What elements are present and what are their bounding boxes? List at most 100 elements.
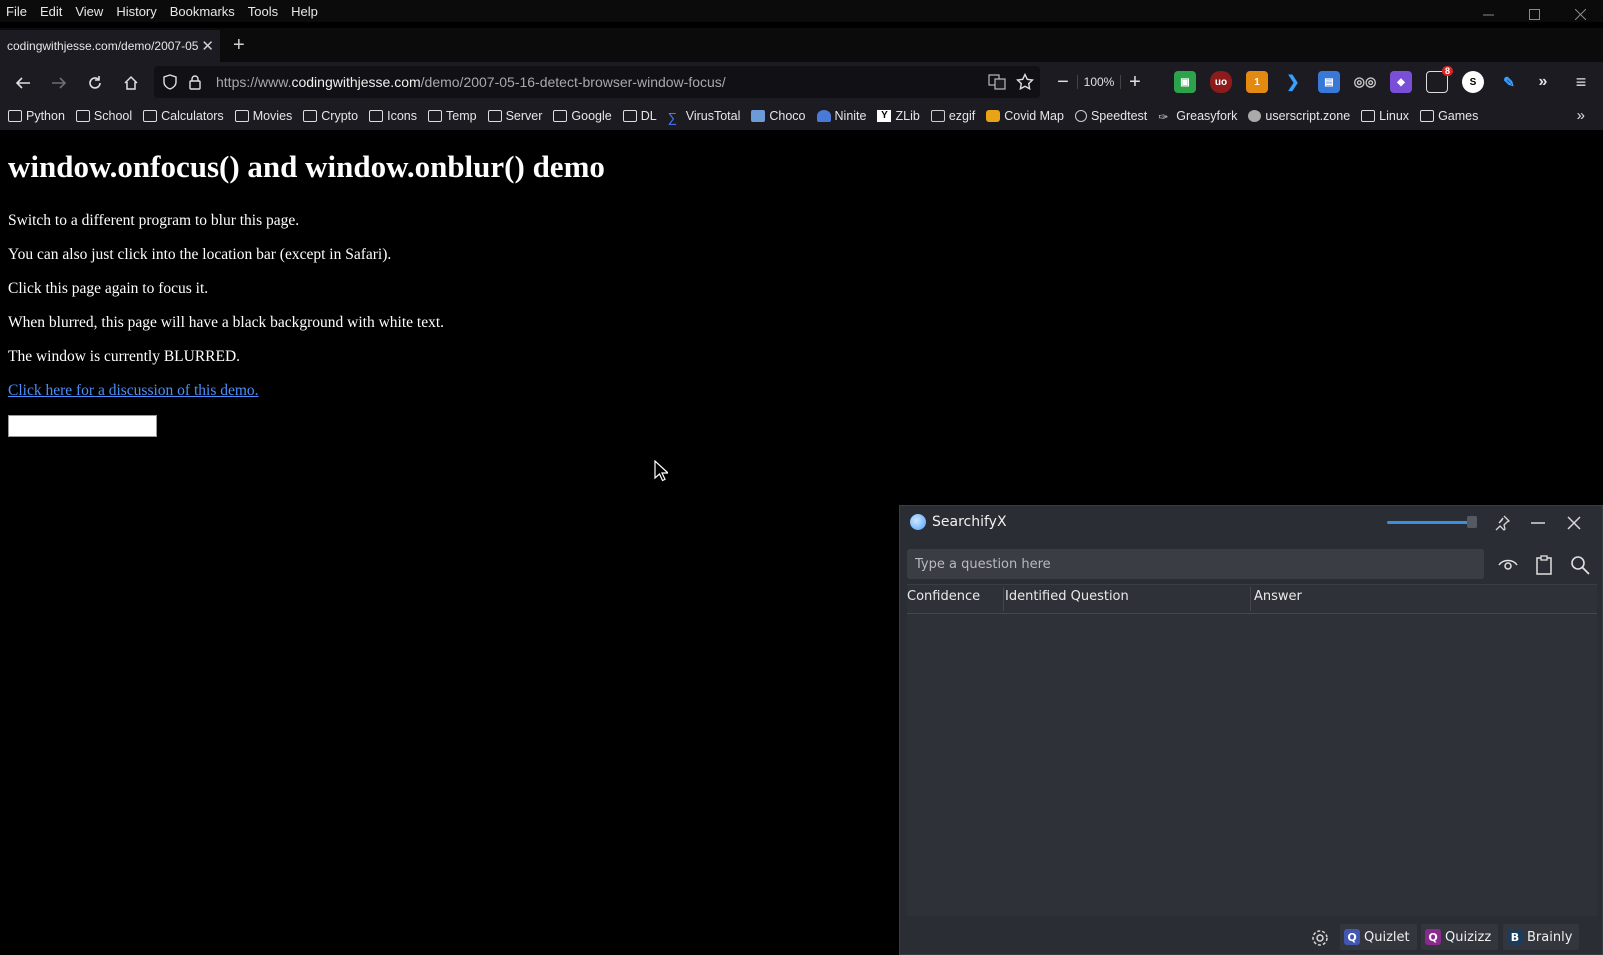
reload-button[interactable] [82, 70, 108, 96]
bookmark-star-icon[interactable] [1016, 73, 1034, 91]
forward-button[interactable] [46, 70, 72, 96]
bookmark-folder-icons[interactable]: Icons [369, 109, 417, 123]
opacity-slider-track[interactable] [1387, 521, 1469, 524]
menu-help[interactable]: Help [285, 4, 325, 19]
folder-icon [75, 110, 90, 122]
column-divider[interactable] [1003, 587, 1004, 611]
bookmark-folder-games[interactable]: Games [1420, 109, 1478, 123]
tracking-shield-icon[interactable] [162, 74, 178, 90]
pin-button[interactable] [1490, 512, 1514, 534]
home-button[interactable] [118, 70, 144, 96]
greasyfork-icon: ✑ [1158, 110, 1169, 124]
url-bar[interactable]: https://www.codingwithjesse.com/demo/200… [154, 66, 1040, 98]
zoom-in-button[interactable]: + [1121, 71, 1149, 94]
browser-tab[interactable]: codingwithjesse.com/demo/2007-05-16-dete… [0, 30, 220, 62]
search-button[interactable] [1568, 553, 1592, 577]
back-button[interactable] [10, 70, 36, 96]
extension-green-icon[interactable]: ▣ [1174, 71, 1196, 93]
maximize-window-button[interactable] [1511, 0, 1557, 28]
new-tab-button[interactable]: + [233, 34, 245, 57]
column-header-identified-question[interactable]: Identified Question [1005, 589, 1129, 604]
paste-clipboard-button[interactable] [1532, 553, 1556, 577]
minimize-window-button[interactable] [1465, 0, 1511, 28]
searchifyx-minimize-button[interactable] [1526, 512, 1550, 534]
url-text: https://www.codingwithjesse.com/demo/200… [216, 74, 726, 90]
column-divider[interactable] [1250, 587, 1251, 611]
bookmark-label: ezgif [948, 109, 976, 123]
bookmark-folder-linux[interactable]: Linux [1361, 109, 1409, 123]
bookmark-covid-map[interactable]: Covid Map [986, 109, 1064, 123]
source-toggle-quizlet[interactable]: Q Quizlet [1340, 924, 1417, 950]
ocr-eye-button[interactable] [1496, 553, 1520, 577]
extension-notification-count: 8 [1441, 66, 1453, 76]
extension-blue-icon[interactable]: ▤ [1318, 71, 1340, 93]
demo-text-input[interactable] [8, 415, 157, 437]
bookmark-label: Games [1438, 109, 1479, 123]
translate-icon[interactable] [988, 74, 1006, 90]
bookmark-zlib[interactable]: Y ZLib [877, 109, 920, 123]
bookmark-folder-school[interactable]: School [75, 109, 132, 123]
bookmark-folder-movies[interactable]: Movies [234, 109, 293, 123]
extension-arrow-icon[interactable]: ❯ [1282, 71, 1304, 93]
home-icon [124, 75, 138, 90]
bookmark-choco[interactable]: Choco [751, 109, 806, 123]
menu-history[interactable]: History [110, 4, 163, 19]
page-heading: window.onfocus() and window.onblur() dem… [8, 149, 605, 184]
extension-badge-icon[interactable]: 8 [1426, 66, 1453, 93]
searchifyx-close-button[interactable] [1562, 512, 1586, 534]
menu-view[interactable]: View [69, 4, 110, 19]
extension-purple-cube-icon[interactable]: ◆ [1390, 71, 1412, 93]
window-controls [1465, 0, 1603, 28]
lock-icon[interactable] [188, 74, 202, 90]
tab-close-icon[interactable]: ✕ [201, 37, 214, 55]
account-avatar-icon[interactable]: S [1462, 71, 1484, 93]
hamburger-menu-icon[interactable]: ≡ [1570, 71, 1592, 93]
ezgif-icon [930, 110, 945, 122]
bookmark-folder-calculators[interactable]: Calculators [143, 109, 224, 123]
tab-strip: codingwithjesse.com/demo/2007-05-16-dete… [0, 28, 1603, 62]
zoom-level[interactable]: 100% [1077, 75, 1121, 89]
bookmark-folder-python[interactable]: Python [8, 109, 65, 123]
zoom-out-button[interactable]: − [1049, 71, 1077, 94]
bookmark-ninite[interactable]: Ninite [816, 109, 866, 123]
bookmark-label: Movies [252, 109, 293, 123]
bookmark-userscript-zone[interactable]: userscript.zone [1248, 109, 1350, 123]
bookmark-ezgif[interactable]: ezgif [930, 109, 976, 123]
folder-icon [428, 110, 442, 122]
opacity-slider-handle[interactable] [1467, 516, 1477, 528]
bookmarks-overflow-chevron-icon[interactable]: » [1577, 107, 1585, 124]
source-toggle-quizizz[interactable]: Q Quizizz [1421, 924, 1499, 950]
overflow-chevron-icon[interactable]: » [1532, 71, 1554, 93]
source-toggle-brainly[interactable]: B Brainly [1503, 924, 1580, 950]
bookmark-speedtest[interactable]: Speedtest [1074, 109, 1147, 123]
close-window-button[interactable] [1557, 0, 1603, 28]
menu-edit[interactable]: Edit [34, 4, 69, 19]
menu-file[interactable]: File [0, 4, 34, 19]
folder-icon [303, 110, 318, 122]
bookmark-label: Calculators [161, 109, 224, 123]
bookmark-folder-server[interactable]: Server [487, 109, 542, 123]
quizizz-icon: Q [1425, 929, 1441, 945]
folder-icon [1361, 110, 1376, 122]
menu-bar: File Edit View History Bookmarks Tools H… [0, 0, 1603, 22]
bookmark-virustotal[interactable]: ∑ VirusTotal [668, 109, 741, 125]
extension-orange-icon[interactable]: 1 [1246, 71, 1268, 93]
bookmark-folder-crypto[interactable]: Crypto [303, 109, 358, 123]
column-header-confidence[interactable]: Confidence [907, 589, 980, 604]
discussion-link[interactable]: Click here for a discussion of this demo… [8, 382, 259, 399]
mouse-cursor-icon [654, 460, 668, 482]
extension-pencil-icon[interactable]: ✎ [1498, 71, 1520, 93]
ublock-origin-icon[interactable]: uo [1210, 71, 1232, 93]
bookmark-folder-google[interactable]: Google [553, 109, 612, 123]
close-icon [1567, 516, 1581, 530]
menu-bookmarks[interactable]: Bookmarks [164, 4, 242, 19]
column-header-answer[interactable]: Answer [1254, 589, 1302, 604]
bookmark-folder-dl[interactable]: DL [622, 109, 657, 123]
settings-button[interactable] [1308, 926, 1332, 950]
covid-map-icon [986, 110, 1001, 122]
bookmark-folder-temp[interactable]: Temp [428, 109, 477, 123]
question-search-input[interactable] [907, 549, 1484, 579]
bookmark-greasyfork[interactable]: ✑ Greasyfork [1158, 109, 1237, 124]
extension-glasses-icon[interactable]: ◎◎ [1354, 71, 1377, 93]
menu-tools[interactable]: Tools [242, 4, 285, 19]
